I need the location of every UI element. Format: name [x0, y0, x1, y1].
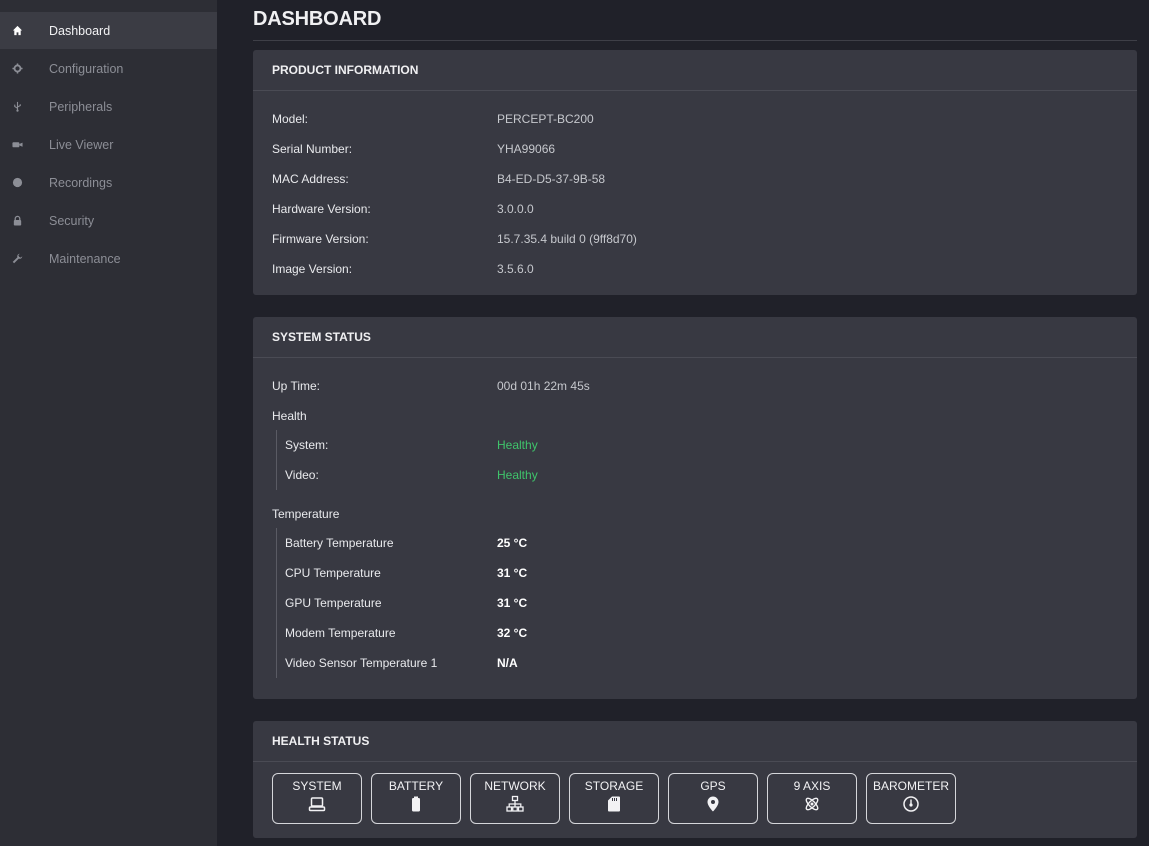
health-group: System: Healthy Video: Healthy [276, 430, 1118, 490]
network-icon [506, 795, 524, 813]
main-content: DASHBOARD PRODUCT INFORMATION Model: PER… [253, 0, 1137, 846]
product-information-card: PRODUCT INFORMATION Model: PERCEPT-BC200… [253, 50, 1137, 295]
info-row-serial: Serial Number: YHA99066 [272, 134, 1118, 164]
temp-value: N/A [497, 656, 518, 670]
health-button-label: GPS [700, 779, 726, 793]
uptime-value: 00d 01h 22m 45s [497, 379, 590, 393]
health-label: System: [285, 438, 329, 452]
sidebar-item-label: Maintenance [49, 251, 121, 266]
temp-row-modem: Modem Temperature 32 °C [285, 618, 1118, 648]
info-value: 15.7.35.4 build 0 (9ff8d70) [497, 232, 637, 246]
health-status-card: HEALTH STATUS SYSTEM BATTERY NETWORK STO… [253, 721, 1137, 838]
map-pin-icon [704, 795, 722, 813]
video-camera-icon [11, 139, 23, 151]
info-value: B4-ED-D5-37-9B-58 [497, 172, 606, 186]
card-title: SYSTEM STATUS [253, 317, 1137, 358]
info-row-model: Model: PERCEPT-BC200 [272, 104, 1118, 134]
temp-value: 31 °C [497, 596, 528, 610]
temp-value: 31 °C [497, 566, 528, 580]
lock-icon [11, 215, 23, 227]
system-status-card: SYSTEM STATUS Up Time: 00d 01h 22m 45s H… [253, 317, 1137, 699]
uptime-label: Up Time: [272, 379, 321, 393]
sidebar: Dashboard Configuration Peripherals Live… [0, 0, 217, 846]
usb-icon [11, 101, 23, 113]
info-value: PERCEPT-BC200 [497, 112, 594, 126]
temp-label: Video Sensor Temperature 1 [285, 656, 438, 670]
temp-label: GPU Temperature [285, 596, 382, 610]
sidebar-item-label: Live Viewer [49, 137, 114, 152]
temperature-group: Battery Temperature 25 °C CPU Temperatur… [276, 528, 1118, 678]
health-row-system: System: Healthy [285, 430, 1118, 460]
sidebar-item-recordings[interactable]: Recordings [0, 164, 217, 201]
temp-label: Battery Temperature [285, 536, 394, 550]
system-health-button[interactable]: SYSTEM [272, 773, 362, 824]
health-value: Healthy [497, 438, 538, 452]
card-title: HEALTH STATUS [253, 721, 1137, 762]
axis-icon [803, 795, 821, 813]
gauge-icon [902, 795, 920, 813]
network-health-button[interactable]: NETWORK [470, 773, 560, 824]
temp-row-battery: Battery Temperature 25 °C [285, 528, 1118, 558]
health-button-label: 9 AXIS [793, 779, 831, 793]
info-label: Firmware Version: [272, 232, 369, 246]
sidebar-item-label: Recordings [49, 175, 113, 190]
sd-card-icon [605, 795, 623, 813]
wrench-icon [11, 253, 23, 265]
uptime-row: Up Time: 00d 01h 22m 45s [272, 371, 1118, 401]
info-label: Serial Number: [272, 142, 353, 156]
info-row-firmware: Firmware Version: 15.7.35.4 build 0 (9ff… [272, 224, 1118, 254]
health-button-row: SYSTEM BATTERY NETWORK STORAGE GPS 9 AXI… [253, 762, 1137, 824]
info-value: YHA99066 [497, 142, 556, 156]
health-button-label: BAROMETER [872, 779, 949, 793]
health-button-label: STORAGE [584, 779, 644, 793]
battery-health-button[interactable]: BATTERY [371, 773, 461, 824]
info-label: MAC Address: [272, 172, 349, 186]
sidebar-item-label: Configuration [49, 61, 124, 76]
temp-label: CPU Temperature [285, 566, 381, 580]
sidebar-item-live-viewer[interactable]: Live Viewer [0, 126, 217, 163]
record-dot-icon [11, 177, 23, 189]
health-row-video: Video: Healthy [285, 460, 1118, 490]
info-label: Image Version: [272, 262, 353, 276]
nine-axis-health-button[interactable]: 9 AXIS [767, 773, 857, 824]
health-button-label: SYSTEM [292, 779, 342, 793]
sidebar-item-peripherals[interactable]: Peripherals [0, 88, 217, 125]
info-row-image: Image Version: 3.5.6.0 [272, 254, 1118, 284]
barometer-health-button[interactable]: BAROMETER [866, 773, 956, 824]
sidebar-item-label: Security [49, 213, 95, 228]
sidebar-item-label: Dashboard [49, 23, 111, 38]
storage-health-button[interactable]: STORAGE [569, 773, 659, 824]
health-button-label: NETWORK [484, 779, 546, 793]
page-title: DASHBOARD [253, 0, 1137, 41]
temp-row-gpu: GPU Temperature 31 °C [285, 588, 1118, 618]
gps-health-button[interactable]: GPS [668, 773, 758, 824]
home-icon [11, 25, 23, 37]
sidebar-item-security[interactable]: Security [0, 202, 217, 239]
info-value: 3.5.6.0 [497, 262, 534, 276]
battery-icon [407, 795, 425, 813]
gear-icon [11, 63, 23, 75]
temp-row-cpu: CPU Temperature 31 °C [285, 558, 1118, 588]
health-heading: Health [272, 408, 307, 423]
temp-value: 25 °C [497, 536, 528, 550]
info-value: 3.0.0.0 [497, 202, 534, 216]
info-label: Hardware Version: [272, 202, 371, 216]
sidebar-item-configuration[interactable]: Configuration [0, 50, 217, 87]
health-button-label: BATTERY [388, 779, 444, 793]
temp-row-video-sensor: Video Sensor Temperature 1 N/A [285, 648, 1118, 678]
sidebar-item-dashboard[interactable]: Dashboard [0, 12, 217, 49]
temp-label: Modem Temperature [285, 626, 396, 640]
info-label: Model: [272, 112, 309, 126]
sidebar-item-label: Peripherals [49, 99, 113, 114]
health-value: Healthy [497, 468, 538, 482]
info-row-mac: MAC Address: B4-ED-D5-37-9B-58 [272, 164, 1118, 194]
card-title: PRODUCT INFORMATION [253, 50, 1137, 91]
info-row-hardware: Hardware Version: 3.0.0.0 [272, 194, 1118, 224]
sidebar-item-maintenance[interactable]: Maintenance [0, 240, 217, 277]
laptop-icon [308, 795, 326, 813]
temp-value: 32 °C [497, 626, 528, 640]
health-label: Video: [285, 468, 319, 482]
temperature-heading: Temperature [272, 506, 340, 521]
